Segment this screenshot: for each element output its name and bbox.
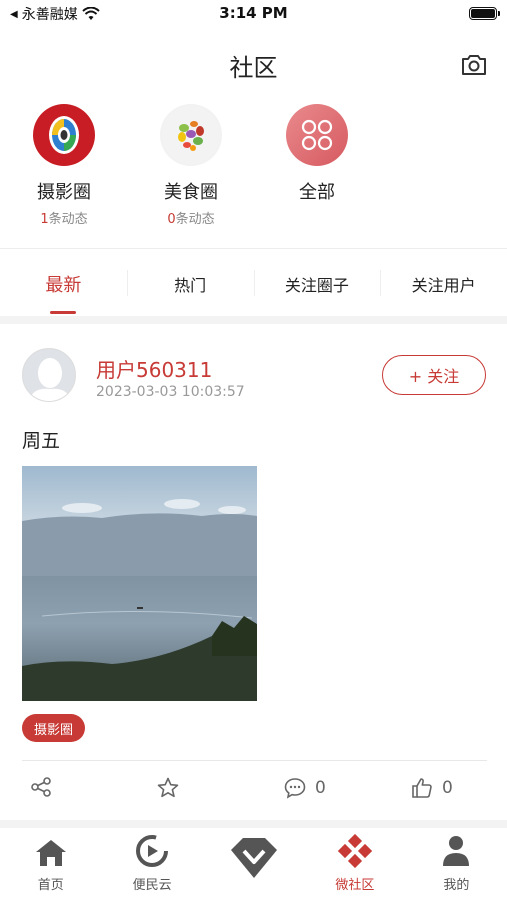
share-button[interactable] [30, 776, 52, 798]
post-timestamp: 2023-03-03 10:03:57 [96, 384, 245, 400]
follow-button[interactable]: + 关注 [382, 355, 486, 395]
comment-icon [284, 778, 306, 799]
post-circle-tag[interactable]: 摄影圈 [22, 714, 86, 742]
section-gap [0, 820, 507, 828]
divider [22, 760, 487, 761]
nav-item-profile[interactable]: 我的 [406, 828, 507, 900]
page-title: 社区 [229, 54, 278, 82]
clover-grid-icon [301, 119, 333, 151]
nav-item-center[interactable] [203, 828, 304, 900]
nav-item-service-cloud[interactable]: 便民云 [101, 828, 202, 900]
thumbs-up-icon [412, 778, 432, 798]
post-image[interactable] [22, 466, 257, 701]
tab-followed-circles[interactable]: 关注圈子 [253, 258, 381, 310]
profile-icon [443, 836, 470, 866]
all-circles-avatar [286, 104, 348, 166]
camera-lens-icon [35, 106, 93, 164]
share-icon [31, 777, 51, 797]
feed-tabs: 最新 热门 关注圈子 关注用户 [0, 258, 507, 314]
circle-item-food[interactable]: 美食圈 0条动态 [128, 104, 254, 227]
circle-list: 摄影圈 1条动态 美食圈 0条动态 全部 [0, 104, 507, 234]
food-circle-avatar [160, 104, 222, 166]
post-actions: 0 0 [0, 770, 507, 810]
cloud-service-icon [136, 835, 169, 867]
camera-icon[interactable] [459, 50, 489, 80]
post-content: 周五 [22, 430, 61, 452]
circle-name: 全部 [299, 182, 335, 203]
circle-name: 摄影圈 [37, 182, 91, 203]
avatar[interactable] [22, 348, 76, 402]
food-ingredients-icon [162, 106, 220, 164]
circle-item-photography[interactable]: 摄影圈 1条动态 [1, 104, 127, 227]
center-logo-icon [230, 838, 277, 878]
star-icon [157, 777, 179, 798]
tab-latest[interactable]: 最新 [0, 258, 127, 314]
bottom-nav: 首页 便民云 微社区 我的 [0, 828, 507, 900]
header: 社区 [0, 40, 507, 90]
status-bar: ◀ 永善融媒 3:14 PM [0, 0, 507, 28]
lake-landscape-image [22, 466, 257, 701]
active-tab-indicator [50, 311, 77, 314]
circle-item-all[interactable]: 全部 [254, 104, 380, 204]
nav-item-home[interactable]: 首页 [0, 828, 101, 900]
circle-name: 美食圈 [164, 182, 218, 203]
status-time: 3:14 PM [219, 4, 288, 22]
comment-button[interactable]: 0 [283, 776, 326, 800]
circle-post-count: 1条动态 [40, 212, 88, 227]
like-button[interactable]: 0 [410, 776, 453, 800]
section-gap [0, 316, 507, 324]
post-username[interactable]: 用户560311 [96, 354, 212, 383]
photography-circle-avatar [33, 104, 95, 166]
like-count: 0 [442, 778, 453, 798]
default-user-icon [23, 349, 75, 401]
home-icon [35, 840, 66, 866]
battery-icon [469, 7, 500, 20]
favorite-button[interactable] [156, 776, 180, 800]
circle-post-count: 0条动态 [167, 212, 215, 227]
post-card: 用户560311 2023-03-03 10:03:57 + 关注 周五 摄影圈… [0, 324, 507, 820]
community-icon [337, 834, 372, 868]
nav-item-community[interactable]: 微社区 [304, 828, 405, 900]
tab-hot[interactable]: 热门 [126, 258, 254, 310]
comment-count: 0 [315, 778, 326, 798]
tab-followed-users[interactable]: 关注用户 [380, 258, 507, 310]
divider [0, 248, 507, 249]
